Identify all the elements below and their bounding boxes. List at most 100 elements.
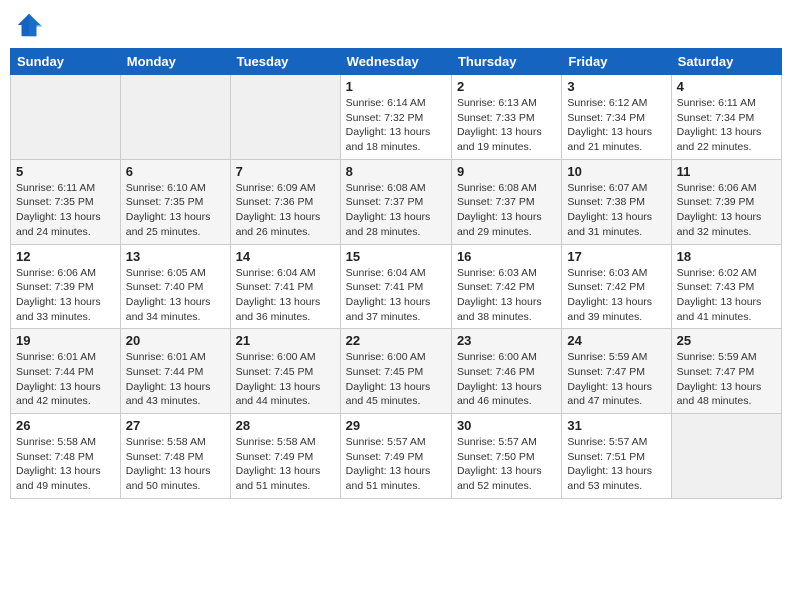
day-number: 18 — [677, 249, 776, 264]
calendar-cell — [120, 75, 230, 160]
day-number: 28 — [236, 418, 335, 433]
day-number: 24 — [567, 333, 665, 348]
day-info: Sunrise: 6:06 AMSunset: 7:39 PMDaylight:… — [16, 266, 115, 325]
day-number: 19 — [16, 333, 115, 348]
calendar-cell — [11, 75, 121, 160]
day-info: Sunrise: 6:03 AMSunset: 7:42 PMDaylight:… — [457, 266, 556, 325]
day-number: 7 — [236, 164, 335, 179]
calendar-cell: 4 Sunrise: 6:11 AMSunset: 7:34 PMDaylight… — [671, 75, 781, 160]
day-info: Sunrise: 6:01 AMSunset: 7:44 PMDaylight:… — [16, 350, 115, 409]
day-number: 16 — [457, 249, 556, 264]
day-info: Sunrise: 6:14 AMSunset: 7:32 PMDaylight:… — [346, 96, 446, 155]
calendar-cell: 12 Sunrise: 6:06 AMSunset: 7:39 PMDayligh… — [11, 244, 121, 329]
calendar-cell: 21 Sunrise: 6:00 AMSunset: 7:45 PMDayligh… — [230, 329, 340, 414]
weekday-header: Wednesday — [340, 49, 451, 75]
calendar-cell: 31 Sunrise: 5:57 AMSunset: 7:51 PMDayligh… — [562, 414, 671, 499]
day-info: Sunrise: 6:01 AMSunset: 7:44 PMDaylight:… — [126, 350, 225, 409]
day-info: Sunrise: 5:58 AMSunset: 7:48 PMDaylight:… — [126, 435, 225, 494]
day-number: 6 — [126, 164, 225, 179]
day-number: 2 — [457, 79, 556, 94]
day-number: 21 — [236, 333, 335, 348]
day-number: 26 — [16, 418, 115, 433]
calendar-week-row: 12 Sunrise: 6:06 AMSunset: 7:39 PMDayligh… — [11, 244, 782, 329]
day-info: Sunrise: 6:11 AMSunset: 7:35 PMDaylight:… — [16, 181, 115, 240]
day-info: Sunrise: 6:00 AMSunset: 7:45 PMDaylight:… — [236, 350, 335, 409]
day-info: Sunrise: 6:02 AMSunset: 7:43 PMDaylight:… — [677, 266, 776, 325]
day-number: 29 — [346, 418, 446, 433]
calendar-cell: 30 Sunrise: 5:57 AMSunset: 7:50 PMDayligh… — [451, 414, 561, 499]
calendar-cell — [671, 414, 781, 499]
logo-icon — [14, 10, 44, 40]
day-info: Sunrise: 5:59 AMSunset: 7:47 PMDaylight:… — [567, 350, 665, 409]
calendar-cell: 20 Sunrise: 6:01 AMSunset: 7:44 PMDayligh… — [120, 329, 230, 414]
calendar-cell: 18 Sunrise: 6:02 AMSunset: 7:43 PMDayligh… — [671, 244, 781, 329]
calendar-cell: 15Sunrise: 6:04 AMSunset: 7:41 PMDayligh… — [340, 244, 451, 329]
weekday-header: Thursday — [451, 49, 561, 75]
day-info: Sunrise: 5:58 AMSunset: 7:49 PMDaylight:… — [236, 435, 335, 494]
day-number: 12 — [16, 249, 115, 264]
calendar-cell: 9 Sunrise: 6:08 AMSunset: 7:37 PMDaylight… — [451, 159, 561, 244]
calendar-week-row: 19 Sunrise: 6:01 AMSunset: 7:44 PMDayligh… — [11, 329, 782, 414]
day-number: 22 — [346, 333, 446, 348]
day-info: Sunrise: 6:07 AMSunset: 7:38 PMDaylight:… — [567, 181, 665, 240]
day-info: Sunrise: 6:11 AMSunset: 7:34 PMDaylight:… — [677, 96, 776, 155]
day-info: Sunrise: 5:58 AMSunset: 7:48 PMDaylight:… — [16, 435, 115, 494]
day-info: Sunrise: 6:10 AMSunset: 7:35 PMDaylight:… — [126, 181, 225, 240]
calendar-cell: 25Sunrise: 5:59 AMSunset: 7:47 PMDayligh… — [671, 329, 781, 414]
calendar-cell: 1 Sunrise: 6:14 AMSunset: 7:32 PMDaylight… — [340, 75, 451, 160]
calendar-week-row: 26 Sunrise: 5:58 AMSunset: 7:48 PMDayligh… — [11, 414, 782, 499]
day-number: 30 — [457, 418, 556, 433]
day-number: 27 — [126, 418, 225, 433]
weekday-header: Sunday — [11, 49, 121, 75]
calendar-cell: 14 Sunrise: 6:04 AMSunset: 7:41 PMDayligh… — [230, 244, 340, 329]
day-info: Sunrise: 5:57 AMSunset: 7:51 PMDaylight:… — [567, 435, 665, 494]
day-info: Sunrise: 6:08 AMSunset: 7:37 PMDaylight:… — [457, 181, 556, 240]
day-info: Sunrise: 6:08 AMSunset: 7:37 PMDaylight:… — [346, 181, 446, 240]
day-info: Sunrise: 6:09 AMSunset: 7:36 PMDaylight:… — [236, 181, 335, 240]
day-info: Sunrise: 6:00 AMSunset: 7:45 PMDaylight:… — [346, 350, 446, 409]
calendar-week-row: 1 Sunrise: 6:14 AMSunset: 7:32 PMDaylight… — [11, 75, 782, 160]
calendar-cell: 17 Sunrise: 6:03 AMSunset: 7:42 PMDayligh… — [562, 244, 671, 329]
day-info: Sunrise: 6:13 AMSunset: 7:33 PMDaylight:… — [457, 96, 556, 155]
day-number: 23 — [457, 333, 556, 348]
calendar-cell — [230, 75, 340, 160]
calendar-cell: 8 Sunrise: 6:08 AMSunset: 7:37 PMDaylight… — [340, 159, 451, 244]
calendar-header-row: SundayMondayTuesdayWednesdayThursdayFrid… — [11, 49, 782, 75]
day-info: Sunrise: 6:00 AMSunset: 7:46 PMDaylight:… — [457, 350, 556, 409]
weekday-header: Tuesday — [230, 49, 340, 75]
calendar-cell: 28 Sunrise: 5:58 AMSunset: 7:49 PMDayligh… — [230, 414, 340, 499]
calendar-cell: 19 Sunrise: 6:01 AMSunset: 7:44 PMDayligh… — [11, 329, 121, 414]
page-header — [10, 10, 782, 40]
calendar-cell: 7 Sunrise: 6:09 AMSunset: 7:36 PMDaylight… — [230, 159, 340, 244]
day-number: 9 — [457, 164, 556, 179]
logo — [14, 10, 48, 40]
day-number: 20 — [126, 333, 225, 348]
day-info: Sunrise: 6:03 AMSunset: 7:42 PMDaylight:… — [567, 266, 665, 325]
calendar-cell: 26 Sunrise: 5:58 AMSunset: 7:48 PMDayligh… — [11, 414, 121, 499]
day-number: 1 — [346, 79, 446, 94]
day-info: Sunrise: 6:05 AMSunset: 7:40 PMDaylight:… — [126, 266, 225, 325]
calendar-cell: 16 Sunrise: 6:03 AMSunset: 7:42 PMDayligh… — [451, 244, 561, 329]
calendar-cell: 3Sunrise: 6:12 AMSunset: 7:34 PMDaylight… — [562, 75, 671, 160]
calendar-week-row: 5Sunrise: 6:11 AMSunset: 7:35 PMDaylight… — [11, 159, 782, 244]
day-number: 8 — [346, 164, 446, 179]
day-number: 17 — [567, 249, 665, 264]
calendar-cell: 29Sunrise: 5:57 AMSunset: 7:49 PMDayligh… — [340, 414, 451, 499]
weekday-header: Friday — [562, 49, 671, 75]
calendar-cell: 22 Sunrise: 6:00 AMSunset: 7:45 PMDayligh… — [340, 329, 451, 414]
day-number: 4 — [677, 79, 776, 94]
day-info: Sunrise: 6:12 AMSunset: 7:34 PMDaylight:… — [567, 96, 665, 155]
day-number: 14 — [236, 249, 335, 264]
day-number: 11 — [677, 164, 776, 179]
day-info: Sunrise: 5:57 AMSunset: 7:50 PMDaylight:… — [457, 435, 556, 494]
day-number: 31 — [567, 418, 665, 433]
day-info: Sunrise: 6:04 AMSunset: 7:41 PMDaylight:… — [236, 266, 335, 325]
calendar-cell: 23 Sunrise: 6:00 AMSunset: 7:46 PMDayligh… — [451, 329, 561, 414]
calendar-cell: 5Sunrise: 6:11 AMSunset: 7:35 PMDaylight… — [11, 159, 121, 244]
calendar-cell: 11 Sunrise: 6:06 AMSunset: 7:39 PMDayligh… — [671, 159, 781, 244]
calendar-cell: 6 Sunrise: 6:10 AMSunset: 7:35 PMDaylight… — [120, 159, 230, 244]
calendar-cell: 24 Sunrise: 5:59 AMSunset: 7:47 PMDayligh… — [562, 329, 671, 414]
calendar-cell: 10Sunrise: 6:07 AMSunset: 7:38 PMDayligh… — [562, 159, 671, 244]
calendar-table: SundayMondayTuesdayWednesdayThursdayFrid… — [10, 48, 782, 499]
day-info: Sunrise: 6:06 AMSunset: 7:39 PMDaylight:… — [677, 181, 776, 240]
